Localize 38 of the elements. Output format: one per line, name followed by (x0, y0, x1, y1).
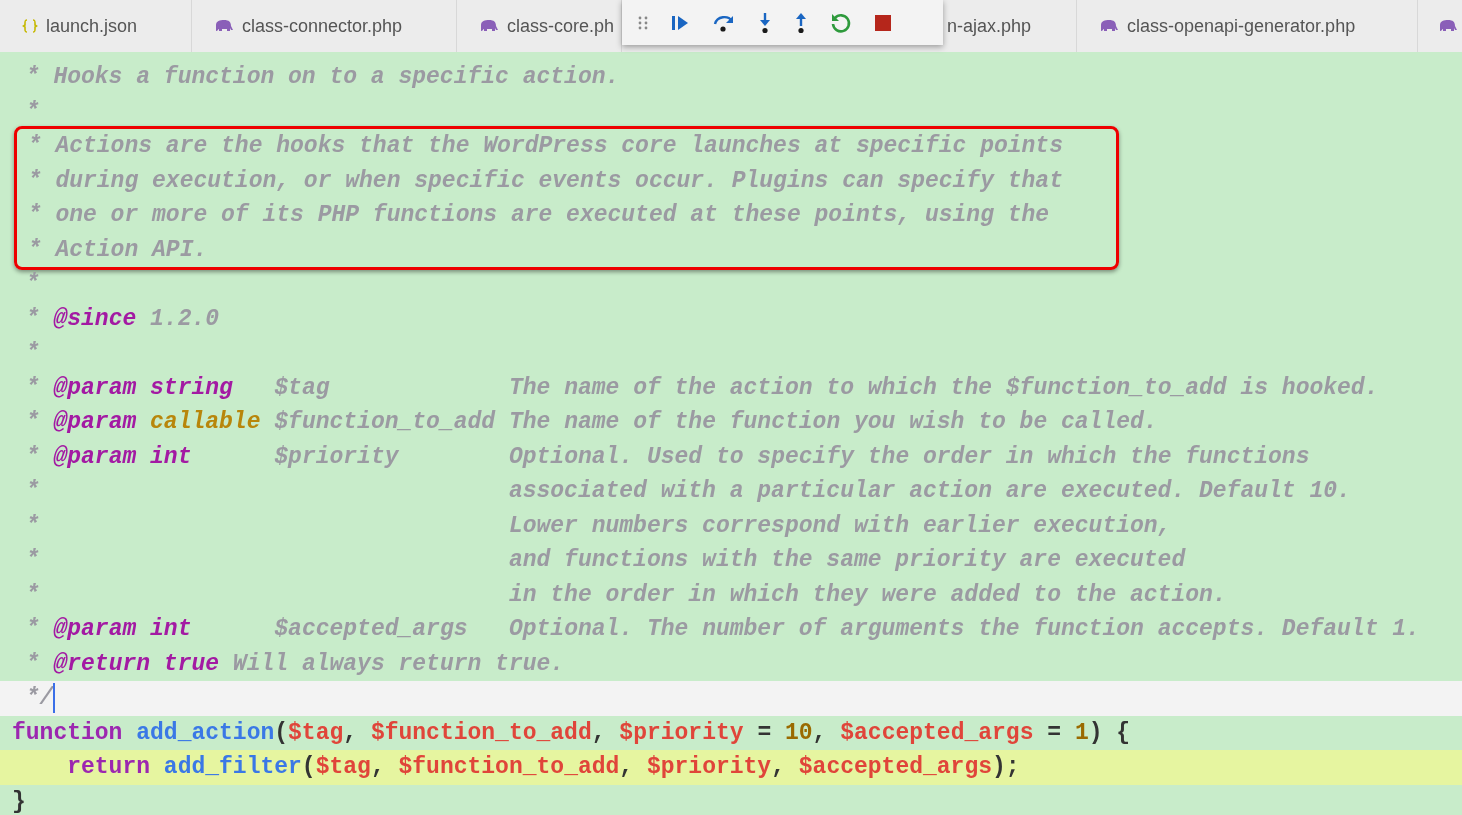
restart-icon[interactable] (830, 11, 852, 34)
stop-icon[interactable] (874, 13, 892, 32)
editor-tab[interactable]: class-connector.php (192, 0, 457, 52)
code-line: function add_action($tag, $function_to_add, $priority = 10, $accepted_args = 1) { (12, 718, 1131, 748)
step-out-icon[interactable] (794, 11, 808, 34)
code-line: * (24, 270, 40, 299)
editor-tab[interactable]: launch.json (0, 0, 192, 52)
braces-icon (22, 18, 38, 34)
code-line: * during execution, or when specific events occur. Plugins can specify that (26, 166, 1063, 196)
code-line: * (24, 339, 40, 368)
continue-icon[interactable] (670, 13, 690, 32)
elephant-icon (214, 19, 234, 33)
step-into-icon[interactable] (758, 11, 772, 34)
elephant-icon (1438, 19, 1458, 33)
code-line: * Actions are the hooks that the WordPress core launches at specific points (26, 132, 1063, 161)
code-line: * Lower numbers correspond with earlier execution, (24, 511, 1172, 541)
code-line: return add_filter($tag, $function_to_add, $priority, $accepted_args); (66, 753, 1020, 782)
code-line: * (24, 97, 40, 127)
code-line: * Hooks a function on to a specific action. (24, 63, 620, 92)
text-cursor (53, 683, 56, 714)
code-line: * one or more of its PHP functions are executed at these points, using the (26, 201, 1050, 230)
elephant-icon (479, 19, 499, 33)
code-line: * @param int $accepted_args Optional. The number of arguments the function accepts. Default 1. (24, 615, 1420, 644)
code-line: * associated with a particular action are executed. Default 10. (24, 477, 1351, 506)
editor-tab[interactable]: class-openapi-generator.php (1077, 0, 1418, 52)
code-line: * @param string $tag The name of the action to which the $function_to_add is hooked. (24, 373, 1379, 403)
drag-handle-icon[interactable] (638, 14, 648, 31)
code-line: } (12, 787, 26, 815)
code-line: * and functions with the same priority are executed (24, 546, 1186, 575)
elephant-icon (1099, 19, 1119, 33)
code-line: * @param int $priority Optional. Used to specify the order in which the functions (24, 442, 1310, 472)
code-line: * @param callable $function_to_add The name of the function you wish to be called. (24, 408, 1158, 437)
code-line: * in the order in which they were added to the action. (24, 580, 1227, 610)
code-line: * Action API. (26, 235, 208, 265)
editor-tab[interactable]: n-ajax.php (943, 0, 1077, 52)
code-line: * @since 1.2.0 (24, 304, 220, 334)
code-line: */ (24, 684, 54, 713)
code-line: * @return true Will always return true. (24, 649, 565, 679)
